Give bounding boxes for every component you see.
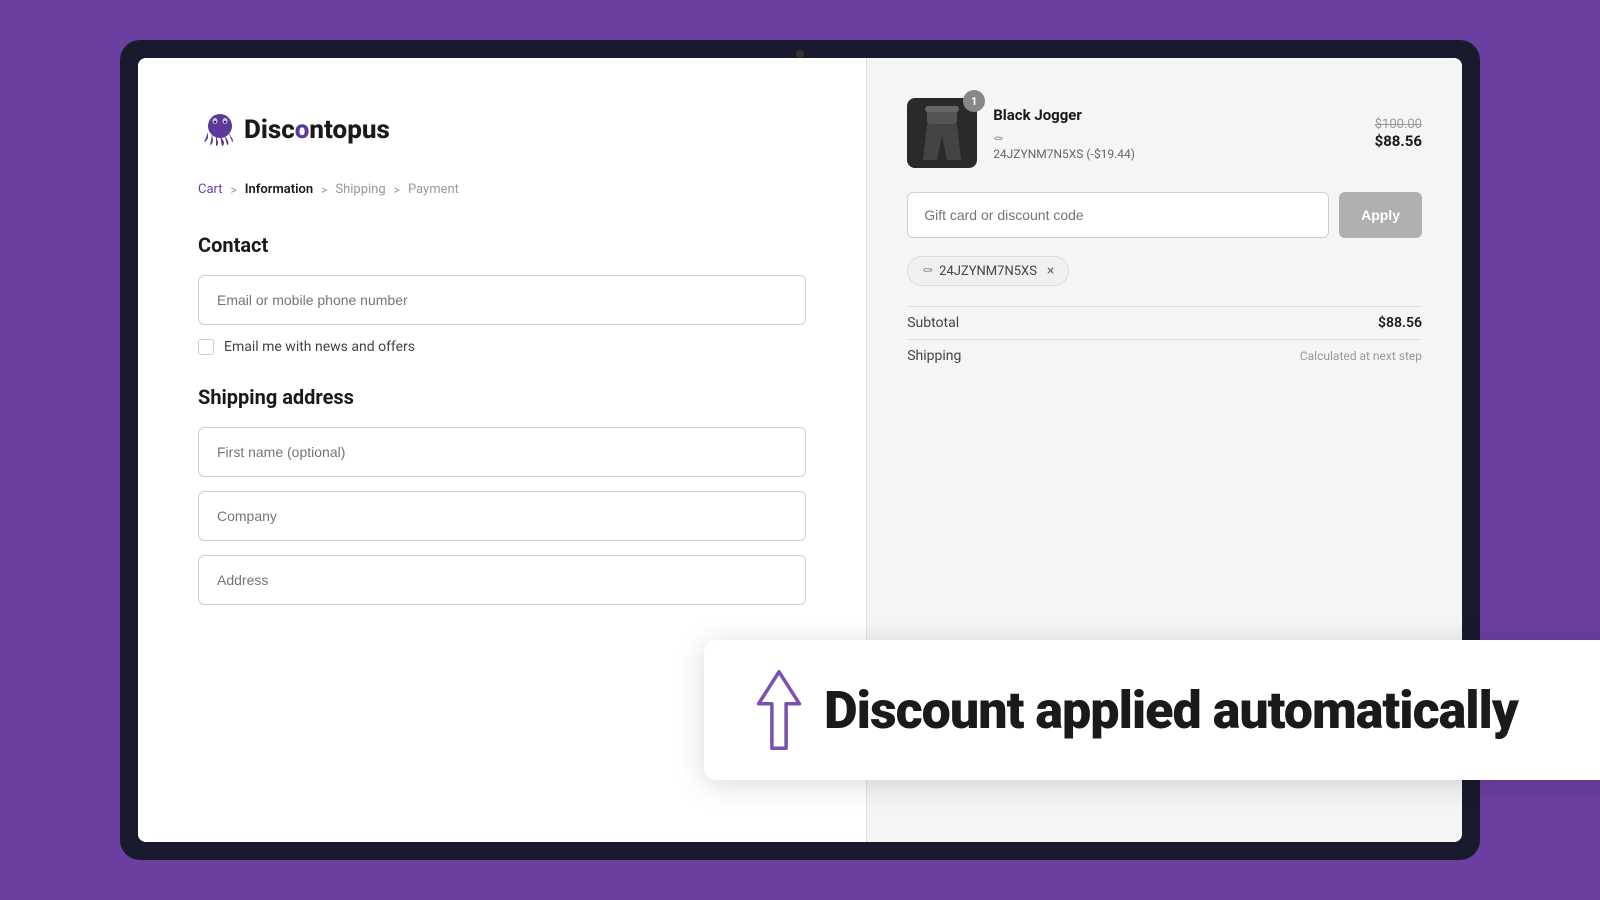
email-opt-in-label: Email me with news and offers	[224, 339, 415, 355]
breadcrumb-sep-3: >	[394, 183, 400, 197]
subtotal-label: Subtotal	[907, 315, 959, 331]
address-input[interactable]	[198, 555, 806, 605]
overlay-message: Discount applied automatically	[824, 680, 1518, 741]
product-image-wrap: 1	[907, 98, 977, 168]
logo-text-highlight: o	[295, 115, 310, 145]
shipping-row: Shipping Calculated at next step	[907, 339, 1422, 372]
applied-code-badge: ⚰ 24JZYNM7N5XS ×	[907, 256, 1069, 286]
discount-overlay: Discount applied automatically	[704, 640, 1600, 780]
shipping-value: Calculated at next step	[1300, 349, 1422, 363]
applied-code-row: ⚰ 24JZYNM7N5XS ×	[907, 256, 1422, 286]
product-image-svg	[919, 104, 965, 162]
logo-text: Discontopus	[244, 115, 390, 145]
first-name-input[interactable]	[198, 427, 806, 477]
breadcrumb-payment: Payment	[408, 182, 459, 197]
subtotal-row: Subtotal $88.56	[907, 306, 1422, 339]
product-name: Black Jogger	[993, 106, 1358, 124]
subtotal-value: $88.56	[1378, 315, 1422, 331]
apply-button[interactable]: Apply	[1339, 192, 1422, 238]
email-opt-in-checkbox[interactable]	[198, 339, 214, 355]
contact-section-title: Contact	[198, 233, 806, 257]
email-opt-in-row: Email me with news and offers	[198, 339, 806, 355]
octopus-logo-icon	[198, 108, 242, 152]
gift-card-input[interactable]	[907, 192, 1329, 238]
breadcrumb-shipping: Shipping	[335, 182, 385, 197]
remove-code-button[interactable]: ×	[1047, 263, 1054, 279]
tag-icon: ⚰	[922, 264, 933, 279]
breadcrumb: Cart > Information > Shipping > Payment	[198, 182, 806, 197]
product-quantity-badge: 1	[963, 90, 985, 112]
breadcrumb-sep-2: >	[321, 183, 327, 197]
applied-code-text: 24JZYNM7N5XS	[939, 264, 1037, 279]
product-discount-code: 24JZYNM7N5XS (-$19.44)	[993, 147, 1358, 161]
arrow-up-icon	[754, 670, 804, 750]
logo-text-part2: ntopus	[309, 115, 389, 145]
logo-text-part1: Disc	[244, 115, 295, 145]
product-price: $100.00 $88.56	[1375, 117, 1422, 150]
breadcrumb-sep-1: >	[231, 183, 237, 197]
shipping-section-title: Shipping address	[198, 385, 806, 409]
price-original: $100.00	[1375, 117, 1422, 132]
company-input[interactable]	[198, 491, 806, 541]
price-current: $88.56	[1375, 132, 1422, 150]
logo-area: Discontopus	[198, 108, 806, 152]
arrow-up-container	[754, 670, 804, 750]
breadcrumb-cart[interactable]: Cart	[198, 182, 223, 197]
shipping-label: Shipping	[907, 348, 961, 364]
discount-code-row: Apply	[907, 192, 1422, 238]
discount-tag-icon: ⚰	[993, 132, 1003, 146]
product-info: Black Jogger ⚰ 24JZYNM7N5XS (-$19.44)	[993, 106, 1358, 161]
breadcrumb-information[interactable]: Information	[245, 182, 313, 197]
email-phone-input[interactable]	[198, 275, 806, 325]
laptop-frame: Discontopus Cart > Information > Shippin…	[120, 40, 1480, 860]
product-row: 1 Black Jogger ⚰ 24JZYNM7N5XS (-$19.44) …	[907, 98, 1422, 168]
